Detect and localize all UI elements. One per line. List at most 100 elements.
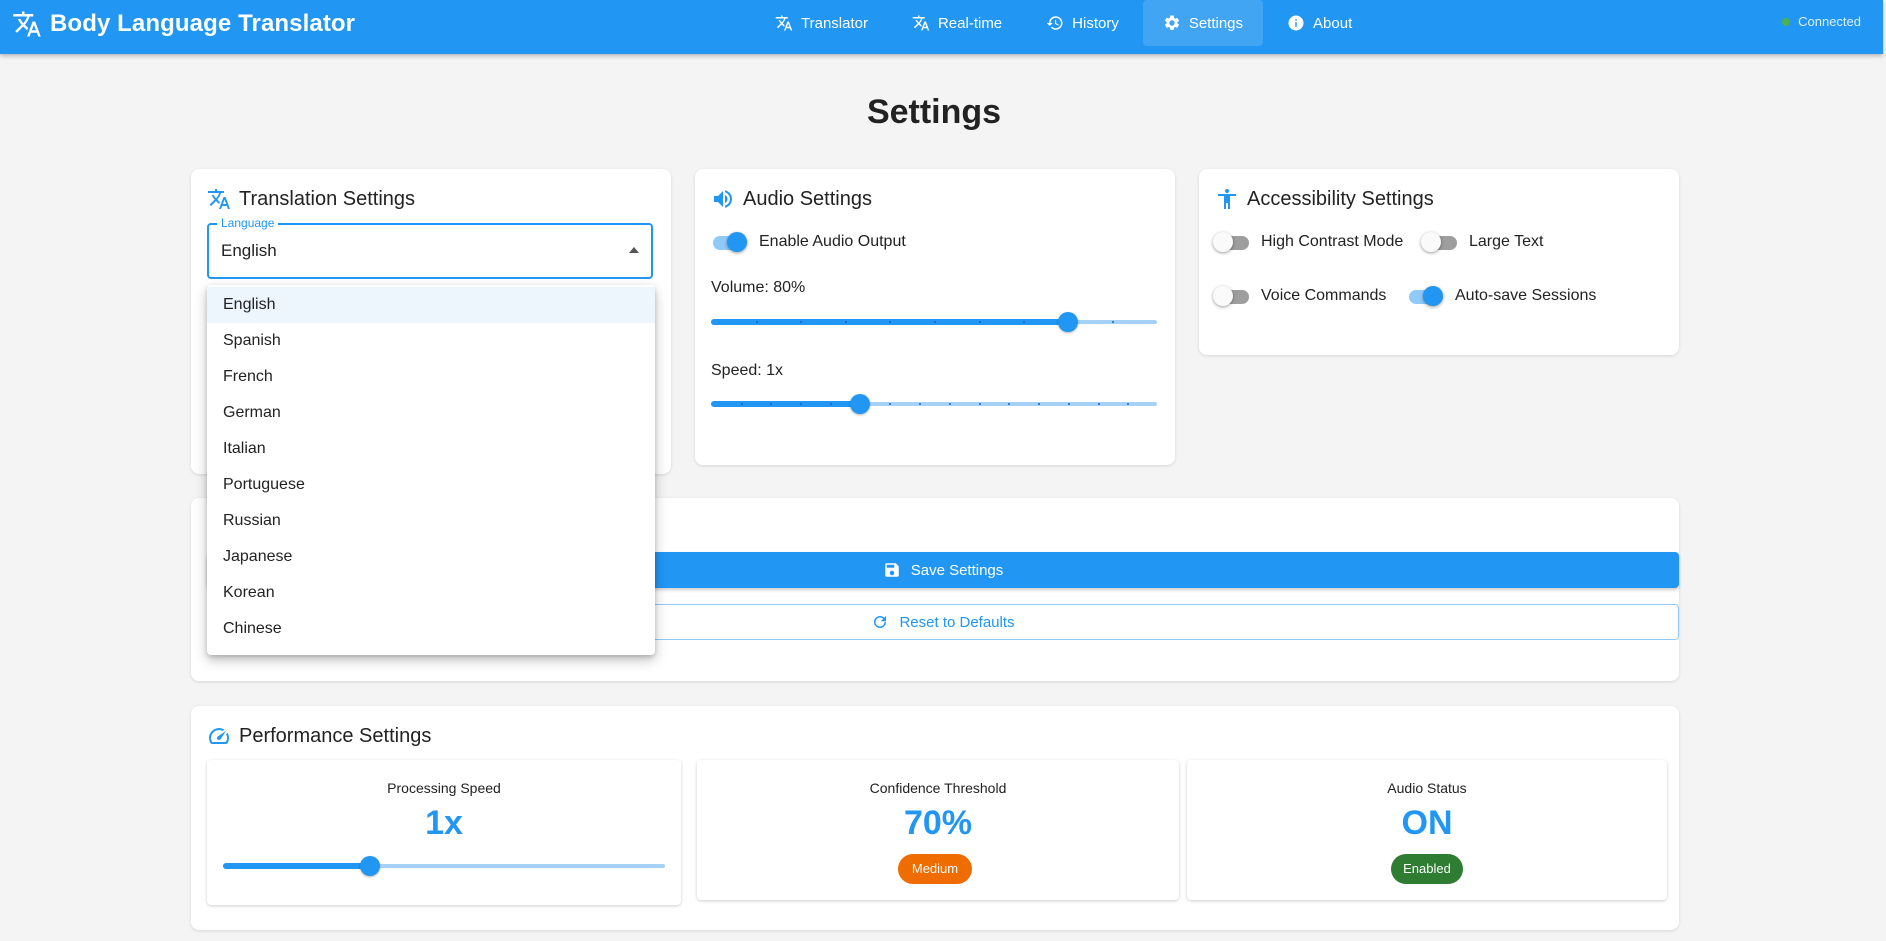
language-option[interactable]: English [207, 287, 655, 323]
nav-history[interactable]: History [1026, 0, 1139, 46]
slider-mark [978, 321, 981, 323]
processing-speed-slider[interactable] [223, 856, 665, 876]
language-option[interactable]: German [207, 395, 655, 431]
nav-label: About [1313, 14, 1353, 32]
slider-track [223, 863, 371, 869]
card-header: Performance Settings [207, 724, 431, 748]
slider-thumb[interactable] [849, 394, 870, 414]
history-icon [1046, 16, 1063, 30]
panel-value: 1x [425, 804, 463, 842]
slider-thumb[interactable] [1057, 312, 1078, 332]
nav-label: Settings [1188, 14, 1244, 32]
language-select[interactable]: Language English [207, 216, 653, 279]
performance-settings-card: Performance Settings Processing Speed 1x… [191, 706, 1679, 930]
accessibility-icon [1218, 189, 1236, 209]
translate-icon [775, 15, 793, 31]
slider-mark [978, 403, 981, 405]
language-dropdown-menu: English Spanish French German Italian Portugu… [207, 285, 655, 655]
panel-value: 70% [903, 804, 973, 842]
large-text-toggle[interactable]: Large Text [1421, 231, 1543, 253]
save-icon [884, 563, 899, 577]
confidence-threshold-panel: Confidence Threshold 70% Medium [697, 760, 1179, 900]
card-header: Translation Settings [207, 187, 415, 211]
toggle-label: Enable Audio Output [759, 233, 906, 250]
language-option[interactable]: Chinese [207, 611, 655, 647]
slider-mark [934, 321, 936, 323]
nav-label: Real-time [937, 14, 1003, 32]
language-option[interactable]: Portuguese [207, 467, 655, 503]
toggle-label: Voice Commands [1261, 287, 1387, 304]
confidence-badge: Medium [898, 854, 972, 884]
toggle-label: Large Text [1469, 233, 1544, 250]
slider-mark [844, 321, 847, 323]
switch[interactable] [1421, 231, 1457, 253]
slider-mark [740, 403, 743, 405]
nav-label: Translator [801, 14, 868, 32]
translate-icon [13, 11, 41, 37]
page-title: Settings [866, 93, 1002, 131]
language-option[interactable]: Korean [207, 575, 655, 611]
audio-settings-card: Audio Settings Enable Audio Output Volum… [695, 169, 1175, 465]
language-option[interactable]: Spanish [207, 323, 655, 359]
processing-speed-panel: Processing Speed 1x [207, 760, 681, 905]
nav-translator[interactable]: Translator [755, 0, 888, 46]
language-option[interactable]: French [207, 359, 655, 395]
audio-status-panel: Audio Status ON Enabled [1187, 760, 1667, 900]
brand[interactable]: Body Language Translator [12, 9, 355, 39]
card-title: Audio Settings [743, 187, 872, 210]
panel-title: Processing Speed [387, 780, 501, 796]
auto-save-toggle[interactable]: Auto-save Sessions [1407, 285, 1596, 307]
app-title: Body Language Translator [50, 10, 356, 37]
toggle-label: Auto-save Sessions [1455, 287, 1597, 304]
card-title: Translation Settings [239, 187, 416, 210]
card-title: Performance Settings [239, 724, 432, 747]
slider-mark [948, 403, 951, 405]
language-option[interactable]: Japanese [207, 539, 655, 575]
volume-icon [714, 190, 732, 208]
toggle-label: High Contrast Mode [1261, 233, 1404, 250]
button-label: Reset to Defaults [899, 613, 1015, 631]
connection-status: Connected [1782, 14, 1861, 29]
info-icon [1288, 15, 1304, 31]
slider-mark [1097, 403, 1100, 405]
nav-label: History [1072, 14, 1119, 32]
main-nav: Translator Real-time History Settings Ab… [755, 0, 1376, 46]
slider-thumb[interactable] [360, 856, 381, 876]
slider-track [711, 401, 860, 407]
language-label: Language [217, 216, 279, 230]
panel-title: Confidence Threshold [869, 780, 1007, 796]
speedometer-icon [209, 728, 229, 744]
switch[interactable] [1213, 285, 1249, 307]
card-title: Accessibility Settings [1247, 187, 1434, 210]
speed-label: Speed: 1x [711, 362, 784, 379]
audio-status-badge: Enabled [1391, 854, 1463, 884]
enable-audio-toggle[interactable]: Enable Audio Output [711, 231, 906, 253]
slider-mark [1067, 403, 1070, 405]
nav-about[interactable]: About [1267, 0, 1372, 46]
language-value: English [221, 241, 277, 260]
nav-settings[interactable]: Settings [1142, 0, 1264, 46]
switch[interactable] [1407, 285, 1443, 307]
speed-slider[interactable] [711, 394, 1157, 414]
volume-label: Volume: 80% [711, 279, 806, 296]
slider-mark [755, 321, 758, 323]
language-option[interactable]: Russian [207, 503, 655, 539]
status-dot [1782, 17, 1791, 26]
translate-icon [912, 15, 930, 31]
refresh-icon [874, 616, 887, 628]
switch[interactable] [1213, 231, 1249, 253]
status-text: Connected [1798, 14, 1861, 29]
volume-slider[interactable] [711, 312, 1157, 332]
switch[interactable] [711, 231, 747, 253]
translate-icon [208, 189, 230, 209]
language-option[interactable]: Italian [207, 431, 655, 467]
button-label: Save Settings [910, 561, 1004, 579]
card-header: Accessibility Settings [1215, 187, 1434, 211]
high-contrast-toggle[interactable]: High Contrast Mode [1213, 231, 1403, 253]
card-header: Audio Settings [711, 187, 872, 211]
caret-up-icon [629, 247, 639, 253]
nav-real-time[interactable]: Real-time [892, 0, 1022, 46]
accessibility-settings-card: Accessibility Settings High Contrast Mod… [1199, 169, 1679, 355]
voice-commands-toggle[interactable]: Voice Commands [1213, 285, 1386, 307]
app-bar: Body Language Translator Translator Real… [0, 0, 1883, 54]
